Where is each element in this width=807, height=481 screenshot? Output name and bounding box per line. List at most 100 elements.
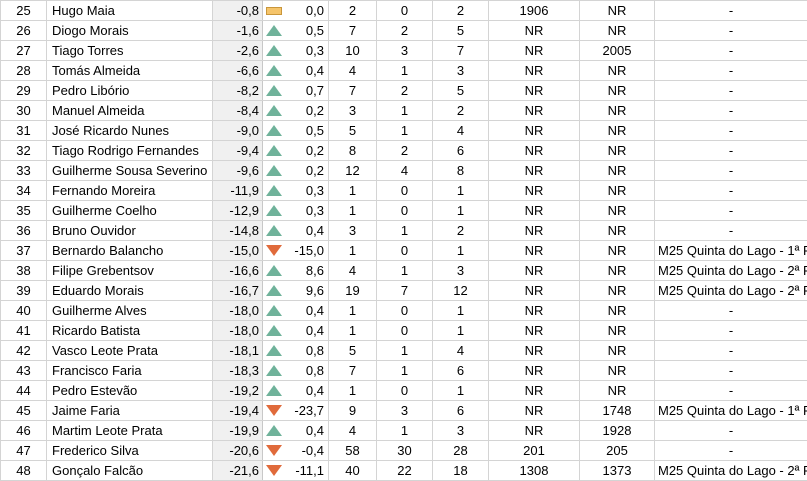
losses-cell[interactable]: 3	[432, 260, 489, 281]
losses-cell[interactable]: 5	[432, 80, 489, 101]
tournament-cell[interactable]: -	[654, 360, 807, 381]
player-name-cell[interactable]: Guilherme Sousa Severino	[46, 160, 213, 181]
atp-rank-cell[interactable]: NR	[488, 380, 580, 401]
points-cell[interactable]: -14,8	[212, 220, 263, 241]
wins-cell[interactable]: 1	[376, 60, 433, 81]
points-cell[interactable]: -21,6	[212, 460, 263, 481]
wins-cell[interactable]: 0	[376, 240, 433, 261]
player-name-cell[interactable]: Guilherme Coelho	[46, 200, 213, 221]
wins-cell[interactable]: 0	[376, 320, 433, 341]
player-name-cell[interactable]: Hugo Maia	[46, 0, 213, 21]
change-cell[interactable]: -11,1	[262, 460, 329, 481]
rank-cell[interactable]: 37	[0, 240, 47, 261]
tournament-cell[interactable]: -	[654, 160, 807, 181]
itf-rank-cell[interactable]: 1748	[579, 400, 655, 421]
matches-cell[interactable]: 4	[328, 260, 377, 281]
change-cell[interactable]: 0,4	[262, 220, 329, 241]
points-cell[interactable]: -0,8	[212, 0, 263, 21]
points-cell[interactable]: -19,4	[212, 400, 263, 421]
rank-cell[interactable]: 46	[0, 420, 47, 441]
atp-rank-cell[interactable]: NR	[488, 300, 580, 321]
atp-rank-cell[interactable]: NR	[488, 280, 580, 301]
points-cell[interactable]: -15,0	[212, 240, 263, 261]
tournament-cell[interactable]: -	[654, 0, 807, 21]
atp-rank-cell[interactable]: 201	[488, 440, 580, 461]
rank-cell[interactable]: 25	[0, 0, 47, 21]
atp-rank-cell[interactable]: NR	[488, 160, 580, 181]
tournament-cell[interactable]: -	[654, 380, 807, 401]
itf-rank-cell[interactable]: NR	[579, 180, 655, 201]
change-cell[interactable]: 9,6	[262, 280, 329, 301]
points-cell[interactable]: -18,1	[212, 340, 263, 361]
losses-cell[interactable]: 1	[432, 180, 489, 201]
wins-cell[interactable]: 1	[376, 340, 433, 361]
change-cell[interactable]: 0,2	[262, 140, 329, 161]
matches-cell[interactable]: 1	[328, 380, 377, 401]
change-cell[interactable]: 0,3	[262, 180, 329, 201]
itf-rank-cell[interactable]: 1928	[579, 420, 655, 441]
rank-cell[interactable]: 30	[0, 100, 47, 121]
rank-cell[interactable]: 34	[0, 180, 47, 201]
change-cell[interactable]: 0,4	[262, 380, 329, 401]
atp-rank-cell[interactable]: NR	[488, 60, 580, 81]
change-cell[interactable]: 0,5	[262, 120, 329, 141]
change-cell[interactable]: -23,7	[262, 400, 329, 421]
tournament-cell[interactable]: -	[654, 300, 807, 321]
itf-rank-cell[interactable]: NR	[579, 280, 655, 301]
points-cell[interactable]: -18,3	[212, 360, 263, 381]
points-cell[interactable]: -18,0	[212, 320, 263, 341]
points-cell[interactable]: -11,9	[212, 180, 263, 201]
atp-rank-cell[interactable]: NR	[488, 80, 580, 101]
rank-cell[interactable]: 28	[0, 60, 47, 81]
wins-cell[interactable]: 1	[376, 360, 433, 381]
wins-cell[interactable]: 30	[376, 440, 433, 461]
itf-rank-cell[interactable]: NR	[579, 100, 655, 121]
itf-rank-cell[interactable]: NR	[579, 140, 655, 161]
itf-rank-cell[interactable]: NR	[579, 200, 655, 221]
player-name-cell[interactable]: Tiago Torres	[46, 40, 213, 61]
itf-rank-cell[interactable]: NR	[579, 240, 655, 261]
matches-cell[interactable]: 7	[328, 360, 377, 381]
change-cell[interactable]: 0,4	[262, 420, 329, 441]
player-name-cell[interactable]: Francisco Faria	[46, 360, 213, 381]
change-cell[interactable]: 0,2	[262, 160, 329, 181]
atp-rank-cell[interactable]: NR	[488, 180, 580, 201]
losses-cell[interactable]: 28	[432, 440, 489, 461]
itf-rank-cell[interactable]: NR	[579, 360, 655, 381]
rank-cell[interactable]: 47	[0, 440, 47, 461]
tournament-cell[interactable]: -	[654, 20, 807, 41]
losses-cell[interactable]: 18	[432, 460, 489, 481]
losses-cell[interactable]: 1	[432, 200, 489, 221]
matches-cell[interactable]: 19	[328, 280, 377, 301]
player-name-cell[interactable]: Bruno Ouvidor	[46, 220, 213, 241]
atp-rank-cell[interactable]: 1906	[488, 0, 580, 21]
points-cell[interactable]: -16,7	[212, 280, 263, 301]
points-cell[interactable]: -9,0	[212, 120, 263, 141]
rank-cell[interactable]: 43	[0, 360, 47, 381]
losses-cell[interactable]: 6	[432, 360, 489, 381]
points-cell[interactable]: -2,6	[212, 40, 263, 61]
losses-cell[interactable]: 1	[432, 380, 489, 401]
player-name-cell[interactable]: Vasco Leote Prata	[46, 340, 213, 361]
matches-cell[interactable]: 10	[328, 40, 377, 61]
atp-rank-cell[interactable]: NR	[488, 240, 580, 261]
player-name-cell[interactable]: Pedro Libório	[46, 80, 213, 101]
itf-rank-cell[interactable]: 2005	[579, 40, 655, 61]
rank-cell[interactable]: 27	[0, 40, 47, 61]
matches-cell[interactable]: 1	[328, 320, 377, 341]
points-cell[interactable]: -8,4	[212, 100, 263, 121]
rank-cell[interactable]: 44	[0, 380, 47, 401]
wins-cell[interactable]: 7	[376, 280, 433, 301]
itf-rank-cell[interactable]: NR	[579, 300, 655, 321]
itf-rank-cell[interactable]: NR	[579, 220, 655, 241]
losses-cell[interactable]: 1	[432, 300, 489, 321]
tournament-cell[interactable]: M25 Quinta do Lago - 2ª RQ	[654, 460, 807, 481]
losses-cell[interactable]: 1	[432, 240, 489, 261]
change-cell[interactable]: 0,5	[262, 20, 329, 41]
wins-cell[interactable]: 1	[376, 420, 433, 441]
rank-cell[interactable]: 42	[0, 340, 47, 361]
losses-cell[interactable]: 2	[432, 0, 489, 21]
rank-cell[interactable]: 38	[0, 260, 47, 281]
itf-rank-cell[interactable]: 205	[579, 440, 655, 461]
change-cell[interactable]: 0,8	[262, 360, 329, 381]
